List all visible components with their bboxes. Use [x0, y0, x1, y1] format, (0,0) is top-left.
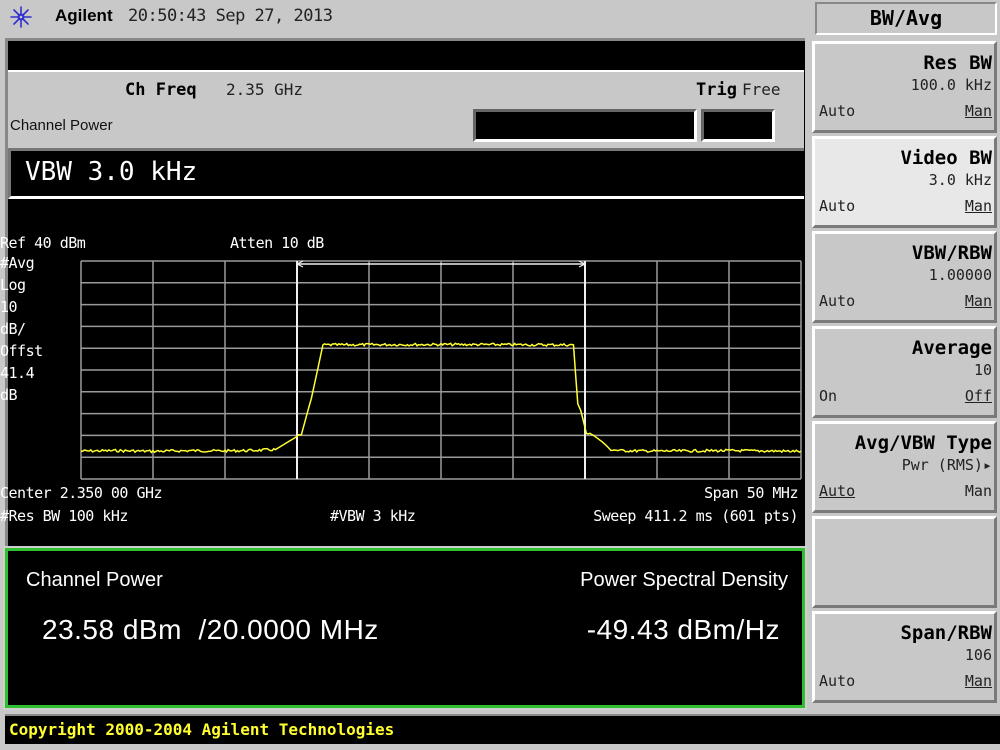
psd-value: -49.43 dBm/Hz: [586, 614, 780, 645]
softkey-vbw-rbw[interactable]: VBW/RBW 1.00000 Auto Man: [812, 231, 997, 323]
softkey-res-bw[interactable]: Res BW 100.0 kHz Auto Man: [812, 41, 997, 133]
menu-title: BW/Avg: [815, 2, 997, 35]
softkey-title: Average: [911, 337, 992, 359]
softkey-title: Res BW: [923, 52, 992, 74]
softkey-title: Avg/VBW Type: [854, 432, 992, 454]
softkey-video-bw[interactable]: Video BW 3.0 kHz Auto Man: [812, 136, 997, 228]
softkey-option-man: Man: [964, 672, 992, 690]
status-message: Copyright 2000-2004 Agilent Technologies: [9, 720, 395, 739]
softkey-value: 1.00000: [928, 266, 992, 284]
softkey-option-man: Man: [964, 482, 992, 500]
softkey-option-man: Man: [964, 197, 992, 215]
softkey-title: VBW/RBW: [911, 242, 992, 264]
graticule: [80, 260, 802, 480]
softkey-option-auto: Auto: [819, 292, 856, 310]
channel-power-value: 23.58 dBm /20.0000 MHz: [42, 614, 379, 645]
results-panel: Channel Power Power Spectral Density 23.…: [3, 546, 807, 710]
channel-power-label: Channel Power: [26, 569, 163, 591]
softkey-option-auto: Auto: [819, 102, 856, 120]
softkey-option-auto: Auto: [819, 672, 856, 690]
softkey-option-man: Man: [964, 292, 992, 310]
softkey-title: Video BW: [900, 147, 992, 169]
softkey-value: 3.0 kHz: [928, 171, 992, 189]
softkey-title: Span/RBW: [900, 622, 992, 644]
softkey-blank[interactable]: [812, 516, 997, 608]
softkey-value: 10: [973, 361, 992, 379]
softkey-value: 100.0 kHz: [910, 76, 992, 94]
softkey-avg-vbw-type[interactable]: Avg/VBW Type Pwr (RMS)▸ Auto Man: [812, 421, 997, 513]
softkey-option-on: On: [819, 387, 838, 405]
softkey-option-auto: Auto: [819, 482, 856, 500]
softkey-option-auto: Auto: [819, 197, 856, 215]
psd-label: Power Spectral Density: [580, 569, 788, 591]
softkey-value: Pwr (RMS)▸: [901, 456, 992, 474]
softkey-option-off: Off: [964, 387, 992, 405]
softkey-span-rbw[interactable]: Span/RBW 106 Auto Man: [812, 611, 997, 703]
status-bar: Copyright 2000-2004 Agilent Technologies: [5, 714, 1000, 744]
softkey-option-man: Man: [964, 102, 992, 120]
softkey-average[interactable]: Average 10 On Off: [812, 326, 997, 418]
softkey-value: 106: [964, 646, 992, 664]
